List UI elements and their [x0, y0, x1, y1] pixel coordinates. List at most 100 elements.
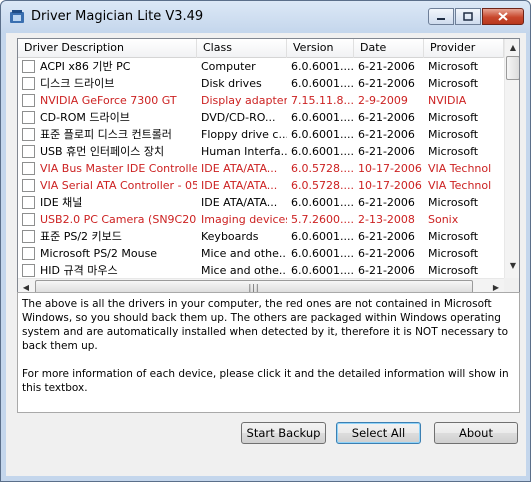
- date-cell: 6-21-2006: [358, 77, 415, 90]
- column-header-date[interactable]: Date: [354, 39, 424, 58]
- app-window: Driver Magician Lite V3.49 Driver Descri…: [0, 0, 531, 482]
- table-row[interactable]: 표준 PS/2 키보드 Keyboards 6.0.6001.... 6-21-200…: [18, 228, 504, 245]
- version-cell: 6.0.6001....: [291, 128, 354, 141]
- table-row[interactable]: HID 규격 마우스 Mice and othe... 6.0.6001.... 6-…: [18, 262, 504, 279]
- driver-description: 표준 PS/2 키보드: [40, 230, 122, 243]
- table-row[interactable]: 디스크 드라이브 Disk drives 6.0.6001.... 6-21-2006…: [18, 75, 504, 92]
- table-row[interactable]: 표준 플로피 디스크 컨트롤러 Floppy drive c... 6.0.6001…: [18, 126, 504, 143]
- row-checkbox[interactable]: [22, 247, 35, 260]
- info-paragraph-1: The above is all the drivers in your com…: [22, 298, 509, 352]
- class-cell: Mice and othe...: [201, 264, 287, 277]
- description-cell: 표준 플로피 디스크 컨트롤러: [18, 126, 197, 143]
- driver-description: USB2.0 PC Camera (SN9C201): [40, 213, 197, 226]
- version-cell: 6.0.5728....: [291, 179, 354, 192]
- class-cell: IDE ATA/ATA...: [201, 179, 278, 192]
- class-cell: Display adapters: [201, 94, 287, 107]
- info-paragraph-2: For more information of each device, ple…: [22, 368, 509, 394]
- driver-description: NVIDIA GeForce 7300 GT: [40, 94, 177, 107]
- provider-cell: VIA Technol: [428, 162, 492, 175]
- info-textbox[interactable]: The above is all the drivers in your com…: [17, 292, 520, 413]
- scroll-down-arrow-icon[interactable]: ▼: [505, 257, 519, 273]
- table-row[interactable]: NVIDIA GeForce 7300 GT Display adapters 7.…: [18, 92, 504, 109]
- date-cell: 6-21-2006: [358, 264, 415, 277]
- list-header: Driver Description Class Version Date Pr…: [18, 39, 504, 58]
- version-cell: 6.0.5728....: [291, 162, 354, 175]
- row-checkbox[interactable]: [22, 213, 35, 226]
- version-cell: 6.0.6001....: [291, 230, 354, 243]
- column-header-description[interactable]: Driver Description: [18, 39, 197, 58]
- description-cell: USB2.0 PC Camera (SN9C201): [18, 211, 197, 228]
- table-row[interactable]: VIA Serial ATA Controller - 0591 IDE ATA/…: [18, 177, 504, 194]
- driver-description: HID 규격 마우스: [40, 264, 118, 277]
- date-cell: 10-17-2006: [358, 179, 422, 192]
- vertical-scrollbar[interactable]: ▲ ▼: [504, 39, 519, 299]
- driver-description: VIA Serial ATA Controller - 0591: [40, 179, 197, 192]
- description-cell: IDE 채널: [18, 194, 197, 211]
- table-row[interactable]: USB 휴먼 인터페이스 장치 Human Interfa... 6.0.6001.…: [18, 143, 504, 160]
- row-checkbox[interactable]: [22, 196, 35, 209]
- table-row[interactable]: IDE 채널 IDE ATA/ATA... 6.0.6001.... 6-21-200…: [18, 194, 504, 211]
- date-cell: 6-21-2006: [358, 128, 415, 141]
- version-cell: 6.0.6001....: [291, 145, 354, 158]
- select-all-button[interactable]: Select All: [336, 422, 421, 444]
- description-cell: CD-ROM 드라이브: [18, 109, 197, 126]
- version-cell: 6.0.6001....: [291, 264, 354, 277]
- table-row[interactable]: USB2.0 PC Camera (SN9C201) Imaging device…: [18, 211, 504, 228]
- class-cell: Mice and othe...: [201, 247, 287, 260]
- driver-description: 디스크 드라이브: [40, 77, 115, 90]
- driver-description: 표준 플로피 디스크 컨트롤러: [40, 128, 172, 141]
- row-checkbox[interactable]: [22, 77, 35, 90]
- maximize-button[interactable]: [455, 8, 481, 25]
- table-row[interactable]: VIA Bus Master IDE Controller - ... IDE A…: [18, 160, 504, 177]
- date-cell: 6-21-2006: [358, 196, 415, 209]
- title-bar[interactable]: Driver Magician Lite V3.49: [1, 1, 530, 33]
- class-cell: IDE ATA/ATA...: [201, 196, 278, 209]
- row-checkbox[interactable]: [22, 230, 35, 243]
- vertical-scroll-thumb[interactable]: [506, 56, 519, 80]
- driver-description: VIA Bus Master IDE Controller - ...: [40, 162, 197, 175]
- column-header-class[interactable]: Class: [197, 39, 287, 58]
- scroll-up-arrow-icon[interactable]: ▲: [505, 39, 519, 55]
- version-cell: 6.0.6001....: [291, 60, 354, 73]
- class-cell: Floppy drive c...: [201, 128, 287, 141]
- client-area: Driver Description Class Version Date Pr…: [6, 33, 526, 476]
- driver-list[interactable]: Driver Description Class Version Date Pr…: [17, 38, 520, 316]
- class-cell: IDE ATA/ATA...: [201, 162, 278, 175]
- about-button[interactable]: About: [434, 422, 518, 444]
- provider-cell: Sonix: [428, 213, 459, 226]
- row-checkbox[interactable]: [22, 60, 35, 73]
- row-checkbox[interactable]: [22, 128, 35, 141]
- description-cell: NVIDIA GeForce 7300 GT: [18, 92, 197, 109]
- date-cell: 2-13-2008: [358, 213, 415, 226]
- close-icon: [498, 12, 508, 21]
- table-row[interactable]: CD-ROM 드라이브 DVD/CD-RO... 6.0.6001.... 6-21-…: [18, 109, 504, 126]
- close-button[interactable]: [482, 8, 524, 25]
- description-cell: HID 규격 마우스: [18, 262, 197, 279]
- driver-description: USB 휴먼 인터페이스 장치: [40, 145, 165, 158]
- row-checkbox[interactable]: [22, 179, 35, 192]
- description-cell: VIA Serial ATA Controller - 0591: [18, 177, 197, 194]
- row-checkbox[interactable]: [22, 94, 35, 107]
- caption-buttons: [427, 8, 524, 26]
- row-checkbox[interactable]: [22, 145, 35, 158]
- row-checkbox[interactable]: [22, 111, 35, 124]
- start-backup-button[interactable]: Start Backup: [241, 422, 326, 444]
- provider-cell: Microsoft: [428, 111, 479, 124]
- list-rows: ACPI x86 기반 PC Computer 6.0.6001.... 6-21-2…: [18, 58, 504, 298]
- table-row[interactable]: Microsoft PS/2 Mouse Mice and othe... 6.0.…: [18, 245, 504, 262]
- row-checkbox[interactable]: [22, 264, 35, 277]
- minimize-button[interactable]: [428, 8, 454, 25]
- provider-cell: Microsoft: [428, 145, 479, 158]
- column-header-provider[interactable]: Provider: [424, 39, 504, 58]
- description-cell: 디스크 드라이브: [18, 75, 197, 92]
- version-cell: 6.0.6001....: [291, 247, 354, 260]
- provider-cell: Microsoft: [428, 128, 479, 141]
- date-cell: 6-21-2006: [358, 230, 415, 243]
- version-cell: 6.0.6001....: [291, 77, 354, 90]
- column-header-version[interactable]: Version: [287, 39, 354, 58]
- version-cell: 7.15.11.8...: [291, 94, 354, 107]
- table-row[interactable]: ACPI x86 기반 PC Computer 6.0.6001.... 6-21-2…: [18, 58, 504, 75]
- row-checkbox[interactable]: [22, 162, 35, 175]
- date-cell: 10-17-2006: [358, 162, 422, 175]
- provider-cell: NVIDIA: [428, 94, 467, 107]
